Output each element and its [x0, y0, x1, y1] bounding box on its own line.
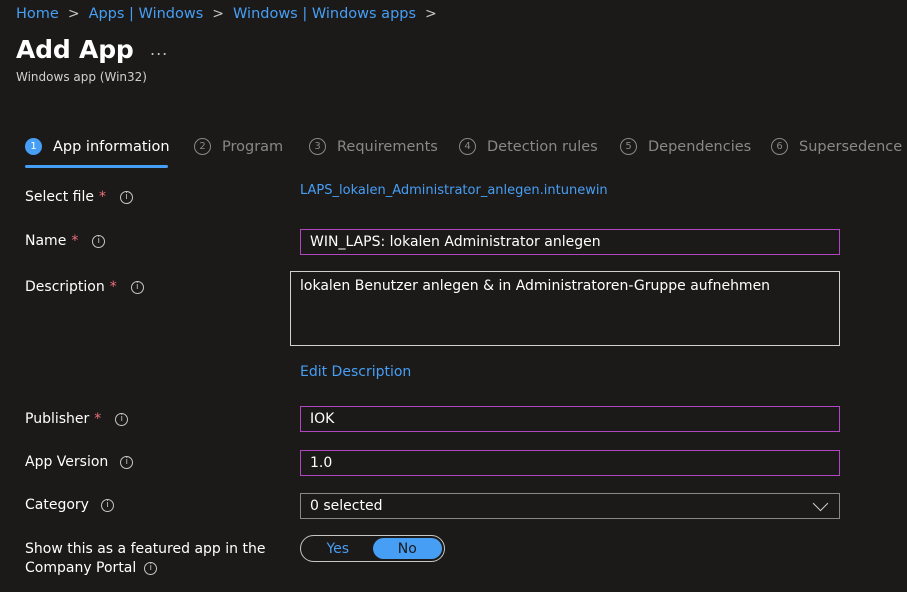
app-version-input[interactable]: 1.0: [300, 450, 840, 476]
breadcrumb-home[interactable]: Home: [16, 6, 59, 22]
category-value: 0 selected: [310, 498, 383, 514]
label-text: App Version: [25, 454, 109, 470]
step-label: Program: [222, 138, 284, 155]
required-marker: *: [109, 279, 117, 295]
info-icon[interactable]: i: [115, 412, 129, 426]
name-label: Name * i: [25, 233, 106, 249]
required-marker: *: [71, 233, 79, 249]
featured-app-label: Show this as a featured app in the Compa…: [25, 540, 265, 578]
label-text: Description: [25, 279, 105, 295]
step-number-icon: 5: [620, 138, 637, 155]
info-icon[interactable]: i: [92, 234, 106, 248]
step-label: Dependencies: [648, 138, 752, 155]
featured-label-line1: Show this as a featured app in the: [25, 541, 266, 557]
tab-supersedence[interactable]: 6 Supersedence: [771, 138, 902, 155]
chevron-right-icon: >: [67, 6, 80, 22]
tab-dependencies[interactable]: 5 Dependencies: [620, 138, 751, 155]
description-textarea[interactable]: lokalen Benutzer anlegen & in Administra…: [290, 271, 840, 346]
toggle-no-option[interactable]: No: [372, 538, 442, 559]
info-icon[interactable]: i: [100, 498, 114, 512]
step-number-icon: 6: [771, 138, 788, 155]
chevron-right-icon: >: [212, 6, 225, 22]
label-text: Publisher: [25, 411, 90, 427]
tab-program[interactable]: 2 Program: [194, 138, 283, 155]
more-options-icon[interactable]: ...: [150, 40, 168, 59]
tab-requirements[interactable]: 3 Requirements: [309, 138, 438, 155]
app-version-label: App Version i: [25, 454, 134, 470]
step-label: App information: [53, 138, 170, 155]
tab-app-information[interactable]: 1 App information: [25, 138, 170, 155]
description-label: Description * i: [25, 279, 144, 295]
breadcrumb-windows-apps[interactable]: Windows | Windows apps: [233, 6, 416, 22]
chevron-down-icon: [812, 495, 829, 511]
info-icon[interactable]: i: [119, 190, 133, 204]
category-dropdown[interactable]: 0 selected: [300, 493, 840, 519]
info-icon[interactable]: i: [120, 455, 134, 469]
select-file-label: Select file * i: [25, 189, 133, 205]
label-text: Category: [25, 497, 89, 513]
step-number-icon: 1: [25, 138, 42, 155]
edit-description-link[interactable]: Edit Description: [300, 364, 411, 380]
step-number-icon: 4: [459, 138, 476, 155]
featured-label-line2: Company Portal: [25, 560, 137, 576]
publisher-label: Publisher * i: [25, 411, 129, 427]
step-label: Supersedence: [799, 138, 903, 155]
required-marker: *: [98, 189, 106, 205]
selected-file-link[interactable]: LAPS_lokalen_Administrator_anlegen.intun…: [300, 183, 608, 198]
featured-label-line2-wrap: Company Portal i: [25, 559, 265, 578]
name-input[interactable]: WIN_LAPS: lokalen Administrator anlegen: [300, 229, 840, 255]
step-label: Requirements: [337, 138, 438, 155]
breadcrumb-apps-windows[interactable]: Apps | Windows: [89, 6, 204, 22]
step-number-icon: 3: [309, 138, 326, 155]
active-tab-indicator: [25, 165, 168, 168]
category-label: Category i: [25, 497, 114, 513]
tab-detection-rules[interactable]: 4 Detection rules: [459, 138, 598, 155]
publisher-input[interactable]: IOK: [300, 406, 840, 432]
label-text: Select file: [25, 189, 94, 205]
page-subtitle: Windows app (Win32): [16, 70, 147, 84]
toggle-yes-option[interactable]: Yes: [303, 538, 373, 559]
wizard-steps: 1 App information 2 Program 3 Requiremen…: [25, 138, 907, 168]
info-icon[interactable]: i: [130, 280, 144, 294]
required-marker: *: [94, 411, 102, 427]
info-icon[interactable]: i: [144, 562, 158, 575]
page-title: Add App: [16, 35, 134, 64]
step-number-icon: 2: [194, 138, 211, 155]
label-text: Name: [25, 233, 67, 249]
breadcrumb: Home > Apps | Windows > Windows | Window…: [16, 6, 446, 22]
featured-app-toggle[interactable]: Yes No: [300, 535, 445, 562]
step-label: Detection rules: [487, 138, 598, 155]
chevron-right-icon: >: [425, 6, 437, 22]
